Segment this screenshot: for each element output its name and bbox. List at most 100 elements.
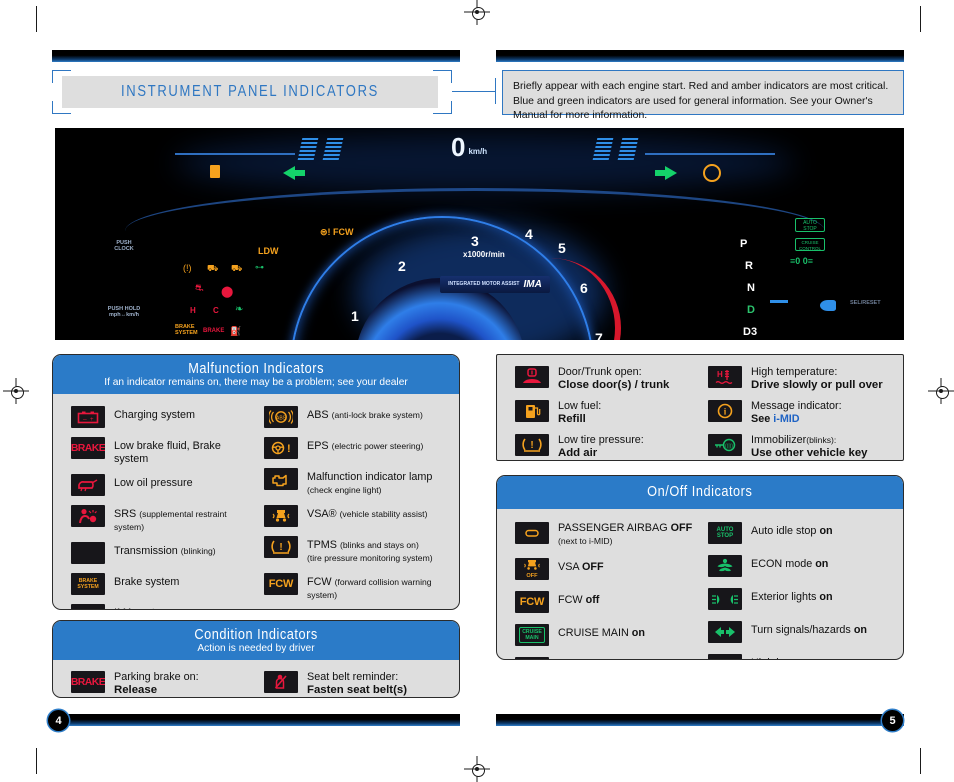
cruise-control-icon: CRUISECONTROL xyxy=(515,657,549,659)
indicator-label: ECON mode on xyxy=(751,558,829,570)
indicator-row: i Message indicator: See i-MID xyxy=(708,400,895,425)
photo-push-clock-label: PUSH CLOCK xyxy=(114,240,134,252)
indicator-row: – + Charging system xyxy=(71,406,258,428)
instrument-panel-photo: 0 km/h ⊜! FCW LDW ⊶ 0 1 2 3 4 5 xyxy=(55,128,904,340)
indicator-label: Low brake fluid, Brake system xyxy=(114,440,221,465)
right-turn-arrow-lit-tail xyxy=(655,170,665,176)
indicator-label: VSA OFF xyxy=(558,561,604,574)
eps-icon: ! xyxy=(264,437,298,459)
bottom-bar-right xyxy=(496,714,904,726)
photo-fcw-lit: ⊜! FCW xyxy=(320,227,354,237)
indicator-row: Low oil pressure xyxy=(71,474,258,497)
indicator-label: ABS (anti-lock brake system) xyxy=(307,409,423,421)
indicator-label: IMA system xyxy=(114,604,170,609)
condition-left-column: BRAKE Parking brake on: Release xyxy=(61,671,258,696)
exterior-lights-icon xyxy=(708,588,742,610)
title-connector-line xyxy=(452,91,496,92)
registration-mark-left xyxy=(3,378,29,404)
onoff-indicators-panel: On/Off Indicators PASSENGER AIRBAG OFF (… xyxy=(496,475,904,660)
indicator-label: CRUISE MAIN on xyxy=(558,627,645,640)
indicator-label: Brake system xyxy=(114,576,180,589)
indicator-row: Turn signals/hazards on xyxy=(708,621,895,643)
alert-indicators-panel: Door/Trunk open: Close door(s) / trunk L… xyxy=(496,354,904,461)
indicator-row: Low fuel: Refill xyxy=(515,400,702,425)
photo-high-beams-lit xyxy=(820,300,836,311)
indicator-row: High beams on xyxy=(708,654,895,659)
oil-pressure-icon xyxy=(71,474,105,497)
indicator-label: TPMS (blinks and stays on) (tire pressur… xyxy=(307,539,433,563)
photo-immobilizer-lit: ⊶ xyxy=(255,262,264,272)
alerts-right-column: H High temperature: Drive slowly or pull… xyxy=(702,366,895,460)
section-title-block: INSTRUMENT PANEL INDICATORS xyxy=(52,70,452,114)
condition-indicators-panel: Condition Indicators Action is needed by… xyxy=(52,620,460,698)
indicator-row: VSA® (vehicle stability assist) xyxy=(264,505,451,528)
brake-fluid-icon: BRAKE xyxy=(71,437,105,459)
indicator-label: Malfunction indicator lamp (check engine… xyxy=(307,471,433,495)
high-temperature-icon: H xyxy=(708,366,742,388)
left-turn-arrow-lit-tail xyxy=(295,170,305,176)
malfunction-subtitle: If an indicator remains on, there may be… xyxy=(104,377,408,388)
indicator-label: Door/Trunk open: Close door(s) / trunk xyxy=(558,366,670,391)
crop-mark-tl-v xyxy=(36,6,37,32)
onoff-right-column: AUTOSTOP Auto idle stop on ECON mode on xyxy=(702,522,895,659)
speed-value: 0 xyxy=(451,132,466,162)
top-bar-right xyxy=(496,50,904,62)
malfunction-panel-header: Malfunction Indicators If an indicator r… xyxy=(53,355,459,394)
cruise-main-icon: CRUISE MAIN xyxy=(515,624,549,647)
photo-ldw-lit: LDW xyxy=(258,246,279,256)
onoff-left-column: PASSENGER AIRBAG OFF (next to i-MID) OFF… xyxy=(505,522,702,659)
ima-badge: INTEGRATED MOTOR ASSIST IMA xyxy=(440,276,550,293)
condition-title: Condition Indicators xyxy=(194,627,318,643)
indicator-label: Low tire pressure: Add air xyxy=(558,434,644,459)
brake-system-icon: BRAKE SYSTEM xyxy=(71,573,105,596)
indicator-row: Malfunction indicator lamp (check engine… xyxy=(264,468,451,496)
intro-note-text: Briefly appear with each engine start. R… xyxy=(513,80,889,122)
malfunction-left-column: – + Charging system BRAKE Low brake fluid… xyxy=(61,406,258,609)
indicator-row: Exterior lights on xyxy=(708,588,895,610)
indicator-row: ! TPMS (blinks and stays on) (tire press… xyxy=(264,536,451,564)
indicator-row: BRAKE SYSTEM Brake system xyxy=(71,573,258,596)
photo-low-fuel-lit xyxy=(210,165,220,178)
indicator-label: High beams on xyxy=(751,654,825,659)
auto-idle-stop-icon: AUTO STOP xyxy=(708,522,742,544)
bottom-bar-left xyxy=(52,714,460,726)
tpms-icon: ! xyxy=(264,536,298,559)
high-beams-icon xyxy=(708,654,742,659)
svg-text:+: + xyxy=(90,416,94,422)
crop-mark-bl-v xyxy=(36,748,37,774)
indicator-label: Auto idle stop on xyxy=(751,525,833,537)
indicator-label: Seat belt reminder: Fasten seat belt(s) xyxy=(307,671,408,696)
condition-subtitle: Action is needed by driver xyxy=(197,643,315,654)
crop-mark-tr-v xyxy=(920,6,921,32)
message-indicator-icon: i xyxy=(708,400,742,423)
indicator-row: IMA IMA system xyxy=(71,604,258,609)
srs-airbag-icon xyxy=(71,505,105,528)
svg-text:ABS: ABS xyxy=(276,415,287,421)
photo-exterior-lights-lit: ≡0 0≡ xyxy=(790,256,814,266)
turn-signals-icon xyxy=(708,621,742,643)
fcw-icon: FCW xyxy=(264,573,298,596)
svg-text:–: – xyxy=(83,415,87,422)
onoff-panel-header: On/Off Indicators xyxy=(497,476,903,509)
econ-mode-icon xyxy=(708,555,742,577)
door-trunk-open-icon xyxy=(515,366,549,388)
low-fuel-icon xyxy=(515,400,549,423)
registration-mark-bottom xyxy=(464,756,490,782)
vsa-off-icon: OFF xyxy=(515,558,549,581)
abs-icon: ABS xyxy=(264,406,298,428)
parking-brake-icon: BRAKE xyxy=(71,671,105,693)
indicator-row: AUTO STOP Auto idle stop on xyxy=(708,522,895,544)
indicator-label: Turn signals/hazards on xyxy=(751,624,868,636)
crop-mark-br-v xyxy=(920,748,921,774)
indicator-label: CRUISE CONTROL on xyxy=(558,657,670,659)
speed-unit: km/h xyxy=(468,147,488,156)
malfunction-title: Malfunction Indicators xyxy=(188,361,324,377)
alerts-left-column: Door/Trunk open: Close door(s) / trunk L… xyxy=(505,366,702,460)
transmission-icon xyxy=(71,542,105,565)
indicator-label: SRS (supplemental restraint system) xyxy=(114,508,227,532)
indicator-row: PASSENGER AIRBAG OFF (next to i-MID) xyxy=(515,522,702,547)
indicator-label: Exterior lights on xyxy=(751,591,833,603)
condition-right-column: Seat belt reminder: Fasten seat belt(s) xyxy=(258,671,451,696)
title-connector-vline xyxy=(495,78,496,104)
condition-panel-header: Condition Indicators Action is needed by… xyxy=(53,621,459,660)
